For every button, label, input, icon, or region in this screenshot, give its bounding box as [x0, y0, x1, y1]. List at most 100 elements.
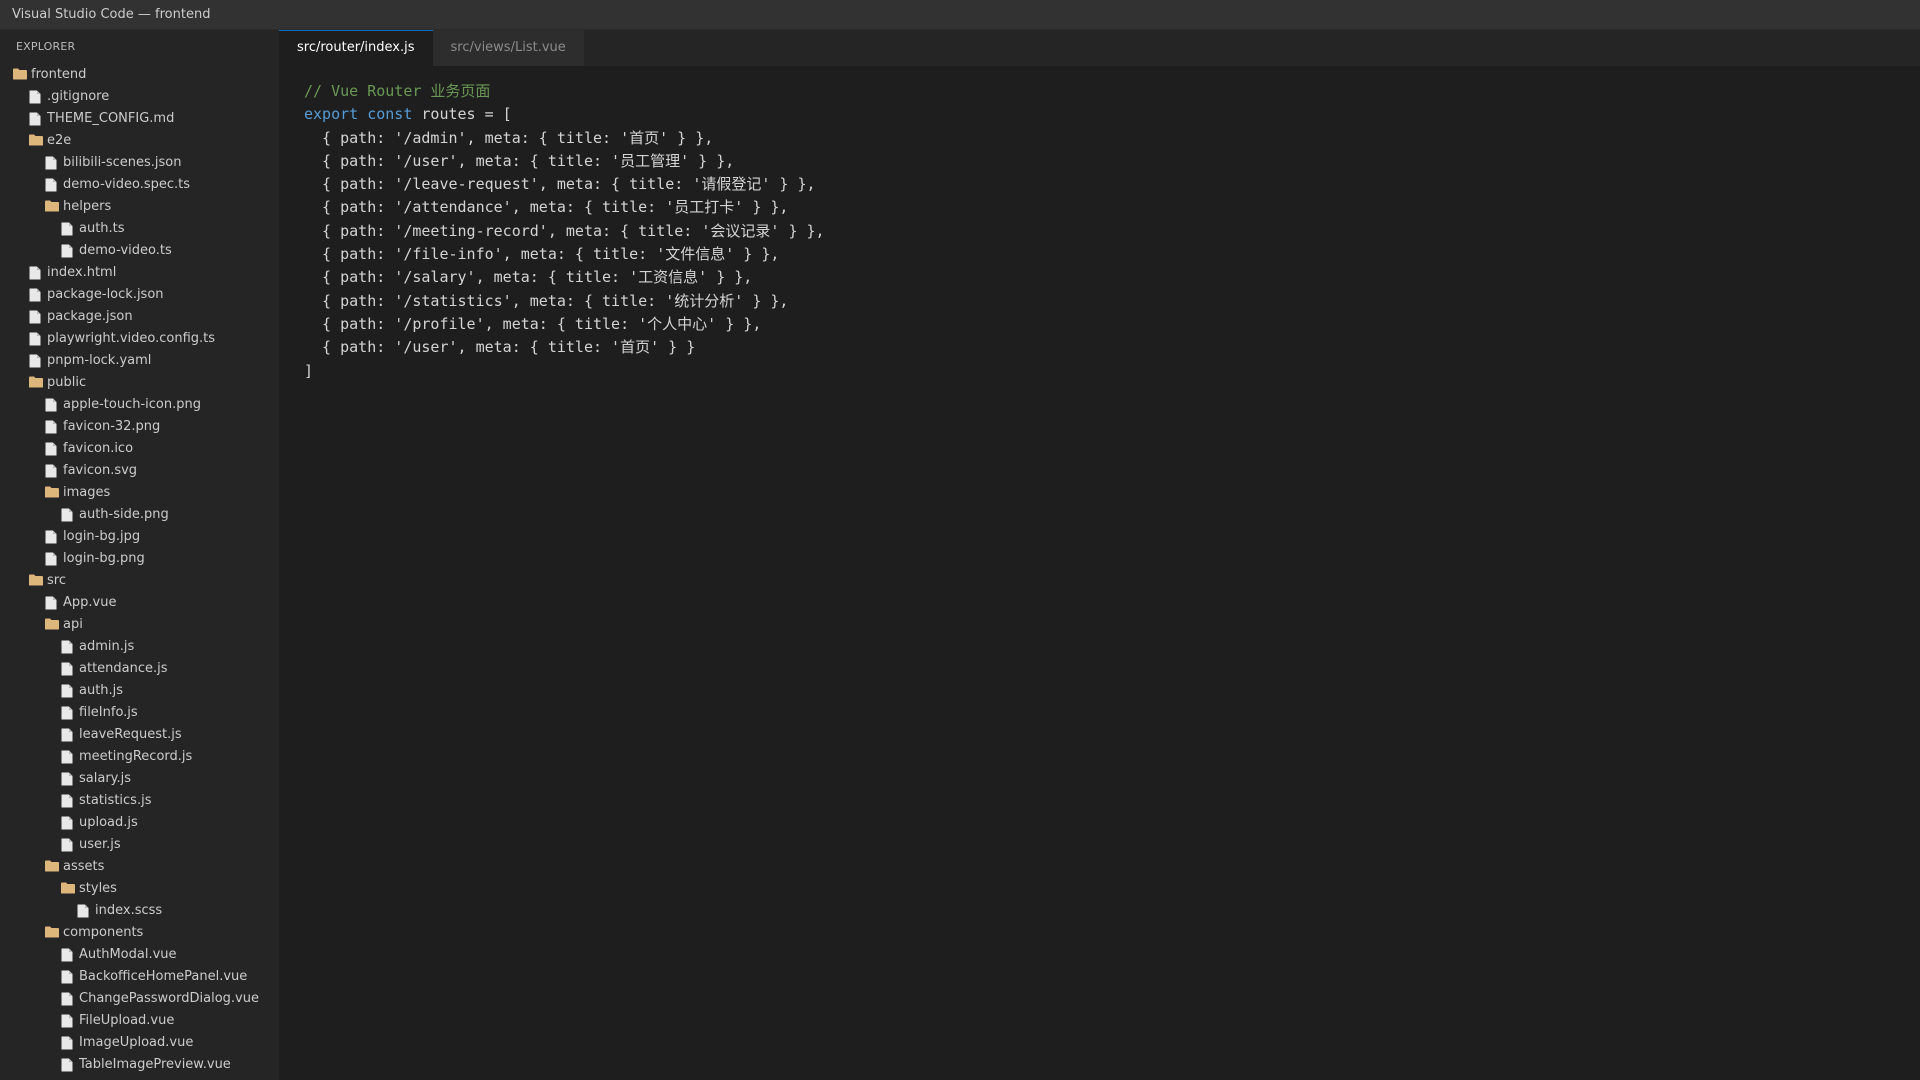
code-token: ] — [304, 361, 314, 380]
code-token: { path: '/leave-request', meta: { title:… — [304, 175, 816, 194]
file-icon — [45, 442, 59, 456]
tree-folder[interactable]: src — [0, 570, 279, 592]
tree-file[interactable]: THEME_CONFIG.md — [0, 108, 279, 130]
tree-file[interactable]: fileInfo.js — [0, 702, 279, 724]
tree-item-label: admin.js — [79, 639, 135, 654]
code-line: { path: '/user', meta: { title: '员工管理' }… — [304, 150, 1920, 173]
tree-file[interactable]: package.json — [0, 306, 279, 328]
tree-file[interactable]: auth.ts — [0, 218, 279, 240]
tree-file[interactable]: index.html — [0, 262, 279, 284]
tree-file[interactable]: TableImagePreview.vue — [0, 1054, 279, 1076]
file-icon — [45, 596, 59, 610]
tree-file[interactable]: index.scss — [0, 900, 279, 922]
tree-item-label: helpers — [63, 199, 112, 214]
tree-file[interactable]: apple-touch-icon.png — [0, 394, 279, 416]
tree-file[interactable]: bilibili-scenes.json — [0, 152, 279, 174]
code-line: { path: '/profile', meta: { title: '个人中心… — [304, 313, 1920, 336]
tree-file[interactable]: leaveRequest.js — [0, 724, 279, 746]
tree-item-label: playwright.video.config.ts — [47, 331, 216, 346]
file-icon — [61, 244, 75, 258]
tree-file[interactable]: favicon.ico — [0, 438, 279, 460]
folder-icon — [61, 882, 75, 896]
code-editor[interactable]: // Vue Router 业务页面 export const routes = … — [279, 66, 1920, 383]
file-icon — [61, 1014, 75, 1028]
tree-file[interactable]: statistics.js — [0, 790, 279, 812]
file-icon — [61, 1058, 75, 1072]
tree-item-label: e2e — [47, 133, 72, 148]
tree-item-label: login-bg.jpg — [63, 529, 141, 544]
tree-file[interactable]: demo-video.ts — [0, 240, 279, 262]
tree-file[interactable]: salary.js — [0, 768, 279, 790]
tree-file[interactable]: meetingRecord.js — [0, 746, 279, 768]
file-icon — [45, 530, 59, 544]
file-icon — [29, 90, 43, 104]
tree-item-label: assets — [63, 859, 105, 874]
tree-file[interactable]: App.vue — [0, 592, 279, 614]
tree-file[interactable]: demo-video.spec.ts — [0, 174, 279, 196]
tree-folder[interactable]: e2e — [0, 130, 279, 152]
file-icon — [61, 684, 75, 698]
file-icon — [29, 288, 43, 302]
tree-folder[interactable]: api — [0, 614, 279, 636]
tree-file[interactable]: login-bg.png — [0, 548, 279, 570]
code-token: { path: '/profile', meta: { title: '个人中心… — [304, 314, 762, 333]
code-token: { path: '/user', meta: { title: '员工管理' }… — [304, 151, 735, 170]
tree-file[interactable]: package-lock.json — [0, 284, 279, 306]
tree-item-label: upload.js — [79, 815, 138, 830]
tree-folder[interactable]: styles — [0, 878, 279, 900]
editor-area: src/router/index.js src/views/List.vue //… — [279, 30, 1920, 1080]
folder-icon — [45, 618, 59, 632]
code-line: { path: '/attendance', meta: { title: '员… — [304, 196, 1920, 219]
tree-file[interactable]: attendance.js — [0, 658, 279, 680]
file-icon — [61, 706, 75, 720]
tree-folder[interactable]: images — [0, 482, 279, 504]
tree-file[interactable]: auth.js — [0, 680, 279, 702]
code-token: routes = [ — [412, 105, 512, 124]
code-line: { path: '/user', meta: { title: '首页' } } — [304, 336, 1920, 359]
tree-file[interactable]: AuthModal.vue — [0, 944, 279, 966]
file-icon — [61, 970, 75, 984]
tree-file[interactable]: favicon-32.png — [0, 416, 279, 438]
tree-file[interactable]: BackofficeHomePanel.vue — [0, 966, 279, 988]
file-icon — [61, 816, 75, 830]
tree-item-label: images — [63, 485, 111, 500]
tree-file[interactable]: upload.js — [0, 812, 279, 834]
tree-file[interactable]: pnpm-lock.yaml — [0, 350, 279, 372]
code-token: { path: '/meeting-record', meta: { title… — [304, 221, 825, 240]
tree-folder[interactable]: components — [0, 922, 279, 944]
tree-folder[interactable]: frontend — [0, 64, 279, 86]
code-token: { path: '/admin', meta: { title: '首页' } … — [304, 128, 714, 147]
tree-item-label: meetingRecord.js — [79, 749, 193, 764]
code-token: { path: '/user', meta: { title: '首页' } } — [304, 338, 696, 357]
tree-file[interactable]: ImageUpload.vue — [0, 1032, 279, 1054]
tree-folder[interactable]: helpers — [0, 196, 279, 218]
code-line: { path: '/file-info', meta: { title: '文件… — [304, 243, 1920, 266]
folder-icon — [45, 926, 59, 940]
file-icon — [61, 662, 75, 676]
tree-item-label: favicon-32.png — [63, 419, 161, 434]
tree-file[interactable]: auth-side.png — [0, 504, 279, 526]
tree-file[interactable]: user.js — [0, 834, 279, 856]
tab-bar: src/router/index.js src/views/List.vue — [279, 30, 1920, 66]
tree-item-label: package.json — [47, 309, 133, 324]
tree-file[interactable]: FileUpload.vue — [0, 1010, 279, 1032]
tree-item-label: TableImagePreview.vue — [79, 1057, 231, 1072]
tree-file[interactable]: playwright.video.config.ts — [0, 328, 279, 350]
tree-file[interactable]: ChangePasswordDialog.vue — [0, 988, 279, 1010]
folder-icon — [29, 574, 43, 588]
editor-tab[interactable]: src/router/index.js — [279, 30, 433, 66]
tree-file[interactable]: .gitignore — [0, 86, 279, 108]
tree-item-label: frontend — [31, 67, 87, 82]
tree-file[interactable]: admin.js — [0, 636, 279, 658]
tree-item-label: attendance.js — [79, 661, 168, 676]
file-icon — [45, 552, 59, 566]
tree-item-label: auth.ts — [79, 221, 125, 236]
tree-folder[interactable]: public — [0, 372, 279, 394]
file-icon — [61, 728, 75, 742]
tree-file[interactable]: login-bg.jpg — [0, 526, 279, 548]
tree-folder[interactable]: assets — [0, 856, 279, 878]
tree-file[interactable]: favicon.svg — [0, 460, 279, 482]
editor-tab[interactable]: src/views/List.vue — [432, 30, 584, 66]
tree-item-label: App.vue — [63, 595, 117, 610]
